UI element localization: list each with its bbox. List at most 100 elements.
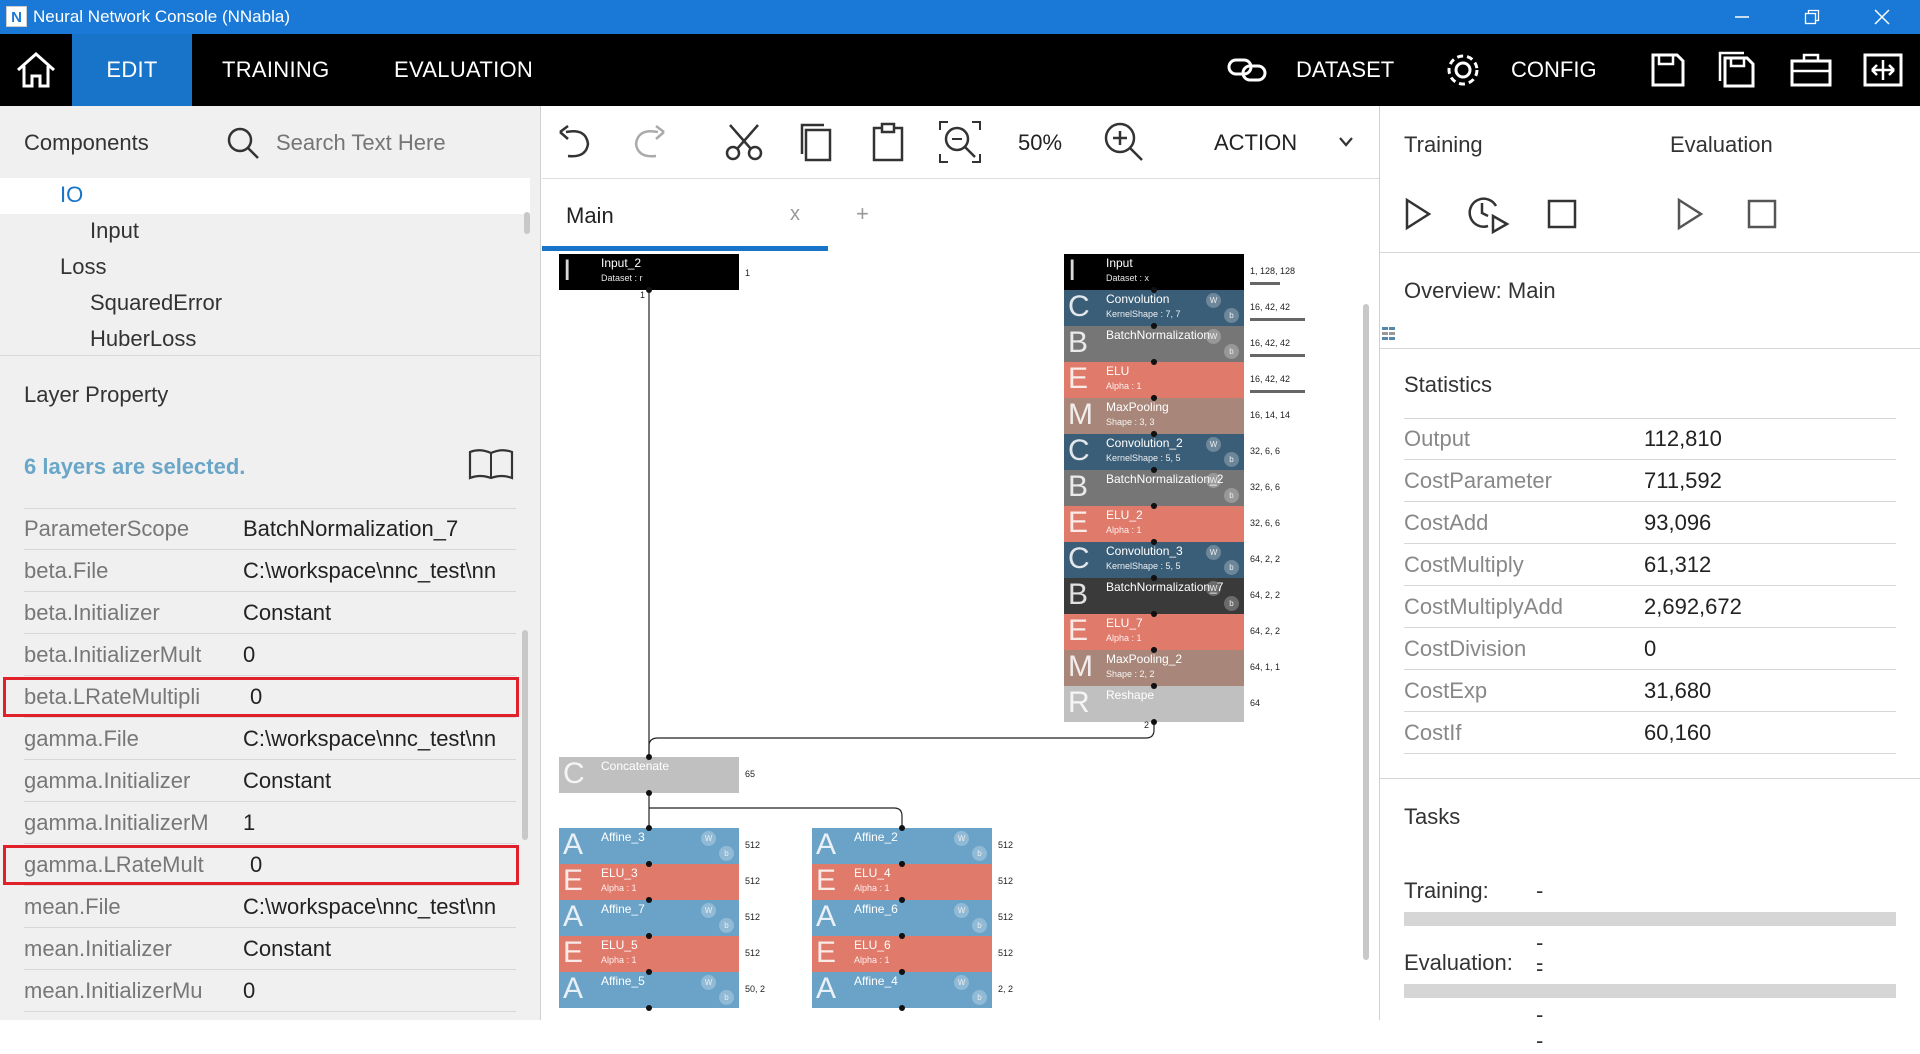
- network-layer[interactable]: A Affine_5 Wb: [559, 972, 739, 1008]
- zoom-in-button[interactable]: [1102, 120, 1146, 164]
- property-value[interactable]: C:\workspace\nnc_test\nn: [243, 894, 518, 920]
- minimize-button[interactable]: [1706, 0, 1778, 34]
- cut-button[interactable]: [722, 120, 766, 164]
- search-icon[interactable]: [226, 126, 260, 160]
- tree-item-squarederror[interactable]: SquaredError: [90, 290, 222, 316]
- canvas-scrollbar[interactable]: [1363, 304, 1369, 960]
- home-button[interactable]: [0, 34, 72, 106]
- fit-window-button[interactable]: [1862, 50, 1904, 90]
- network-layer[interactable]: C Convolution_3 KernelShape : 5, 5 Wb: [1064, 542, 1244, 578]
- network-canvas[interactable]: I Input_2 Dataset : r 1 I Input Dataset : x 1, …: [542, 252, 1379, 1020]
- property-row[interactable]: mean.InitializerMu 0: [24, 970, 516, 1012]
- restore-button[interactable]: [1776, 0, 1848, 34]
- network-layer[interactable]: A Affine_4 Wb: [812, 972, 992, 1008]
- components-scrollbar[interactable]: [524, 212, 530, 234]
- property-value[interactable]: 1: [243, 810, 518, 836]
- network-layer[interactable]: E ELU_2 Alpha : 1: [1064, 506, 1244, 542]
- network-layer[interactable]: E ELU_6 Alpha : 1: [812, 936, 992, 972]
- tree-item-loss[interactable]: Loss: [60, 254, 106, 280]
- input-port[interactable]: [1151, 287, 1157, 293]
- property-row[interactable]: gamma.File C:\workspace\nnc_test\nn: [24, 718, 516, 760]
- network-layer[interactable]: A Affine_3 Wb: [559, 828, 739, 864]
- tree-item-huberloss[interactable]: HuberLoss: [90, 326, 196, 352]
- dataset-button[interactable]: [1226, 50, 1268, 90]
- input-port[interactable]: [1151, 575, 1157, 581]
- network-layer[interactable]: A Affine_6 Wb: [812, 900, 992, 936]
- network-layer[interactable]: M MaxPooling Shape : 3, 3: [1064, 398, 1244, 434]
- action-menu[interactable]: ACTION: [1214, 130, 1297, 156]
- input-port[interactable]: [1151, 683, 1157, 689]
- network-layer[interactable]: C Convolution KernelShape : 7, 7 Wb: [1064, 290, 1244, 326]
- input-port[interactable]: [1151, 611, 1157, 617]
- network-layer[interactable]: E ELU_3 Alpha : 1: [559, 864, 739, 900]
- redo-button[interactable]: [626, 120, 670, 164]
- output-port[interactable]: [646, 287, 652, 293]
- zoom-fit-button[interactable]: [938, 120, 982, 164]
- property-row[interactable]: mean.Initializer Constant: [24, 928, 516, 970]
- network-layer[interactable]: A Affine_7 Wb: [559, 900, 739, 936]
- copy-button[interactable]: [794, 120, 838, 164]
- tab-add-button[interactable]: +: [856, 201, 869, 227]
- property-value[interactable]: C:\workspace\nnc_test\nn: [243, 726, 518, 752]
- network-layer[interactable]: B BatchNormalization Wb: [1064, 326, 1244, 362]
- network-layer[interactable]: E ELU_5 Alpha : 1: [559, 936, 739, 972]
- input-port[interactable]: [646, 897, 652, 903]
- input-port[interactable]: [899, 897, 905, 903]
- property-value[interactable]: BatchNormalization_7: [243, 516, 518, 542]
- input-port[interactable]: [1151, 539, 1157, 545]
- input-port[interactable]: [1151, 431, 1157, 437]
- save-button[interactable]: [1647, 50, 1689, 90]
- property-value[interactable]: Constant: [243, 768, 518, 794]
- tab-training[interactable]: TRAINING: [222, 34, 330, 106]
- input-port[interactable]: [646, 754, 652, 760]
- input-port[interactable]: [899, 861, 905, 867]
- input-port[interactable]: [1151, 647, 1157, 653]
- input-port[interactable]: [899, 825, 905, 831]
- property-value[interactable]: 0: [243, 642, 518, 668]
- input-port[interactable]: [1151, 359, 1157, 365]
- tab-close-button[interactable]: x: [790, 203, 800, 226]
- output-port[interactable]: [646, 790, 652, 796]
- config-label[interactable]: CONFIG: [1511, 34, 1597, 106]
- network-layer[interactable]: E ELU_4 Alpha : 1: [812, 864, 992, 900]
- input-port[interactable]: [646, 933, 652, 939]
- network-layer[interactable]: M MaxPooling_2 Shape : 2, 2: [1064, 650, 1244, 686]
- tree-item-input[interactable]: Input: [90, 218, 139, 244]
- network-layer[interactable]: B BatchNormalization_7 Wb: [1064, 578, 1244, 614]
- tab-edit[interactable]: EDIT: [72, 34, 192, 106]
- network-layer[interactable]: E ELU_7 Alpha : 1: [1064, 614, 1244, 650]
- stop-evaluation-button[interactable]: [1740, 192, 1784, 236]
- property-row[interactable]: mean.File C:\workspace\nnc_test\nn: [24, 886, 516, 928]
- chevron-down-icon[interactable]: [1338, 136, 1354, 148]
- property-row[interactable]: ParameterScope BatchNormalization_7: [24, 508, 516, 550]
- property-row[interactable]: beta.InitializerMult 0: [24, 634, 516, 676]
- input-port[interactable]: [646, 825, 652, 831]
- input-port[interactable]: [1151, 467, 1157, 473]
- property-value[interactable]: 0: [243, 978, 518, 1004]
- paste-button[interactable]: [866, 120, 910, 164]
- input-port[interactable]: [899, 933, 905, 939]
- run-evaluation-button[interactable]: [1668, 192, 1712, 236]
- toolbox-button[interactable]: [1790, 50, 1832, 90]
- overview-thumbnail-icon[interactable]: [1380, 324, 1402, 346]
- property-row[interactable]: beta.File C:\workspace\nnc_test\nn: [24, 550, 516, 592]
- network-layer[interactable]: I Input_2 Dataset : r: [559, 254, 739, 290]
- input-port[interactable]: [1151, 323, 1157, 329]
- output-port[interactable]: [899, 1005, 905, 1011]
- book-icon[interactable]: [468, 446, 514, 480]
- input-port[interactable]: [646, 861, 652, 867]
- search-input[interactable]: [276, 130, 516, 156]
- property-row[interactable]: beta.Initializer Constant: [24, 592, 516, 634]
- input-port[interactable]: [1151, 395, 1157, 401]
- property-value[interactable]: Constant: [243, 600, 518, 626]
- tab-evaluation[interactable]: EVALUATION: [394, 34, 533, 106]
- input-port[interactable]: [899, 969, 905, 975]
- run-training-button[interactable]: [1396, 192, 1440, 236]
- close-window-button[interactable]: [1846, 0, 1918, 34]
- property-row[interactable]: gamma.Initializer Constant: [24, 760, 516, 802]
- property-row[interactable]: gamma.InitializerM 1: [24, 802, 516, 844]
- input-port[interactable]: [1151, 503, 1157, 509]
- tab-main[interactable]: Main: [566, 203, 614, 229]
- undo-button[interactable]: [554, 120, 598, 164]
- dataset-label[interactable]: DATASET: [1296, 34, 1394, 106]
